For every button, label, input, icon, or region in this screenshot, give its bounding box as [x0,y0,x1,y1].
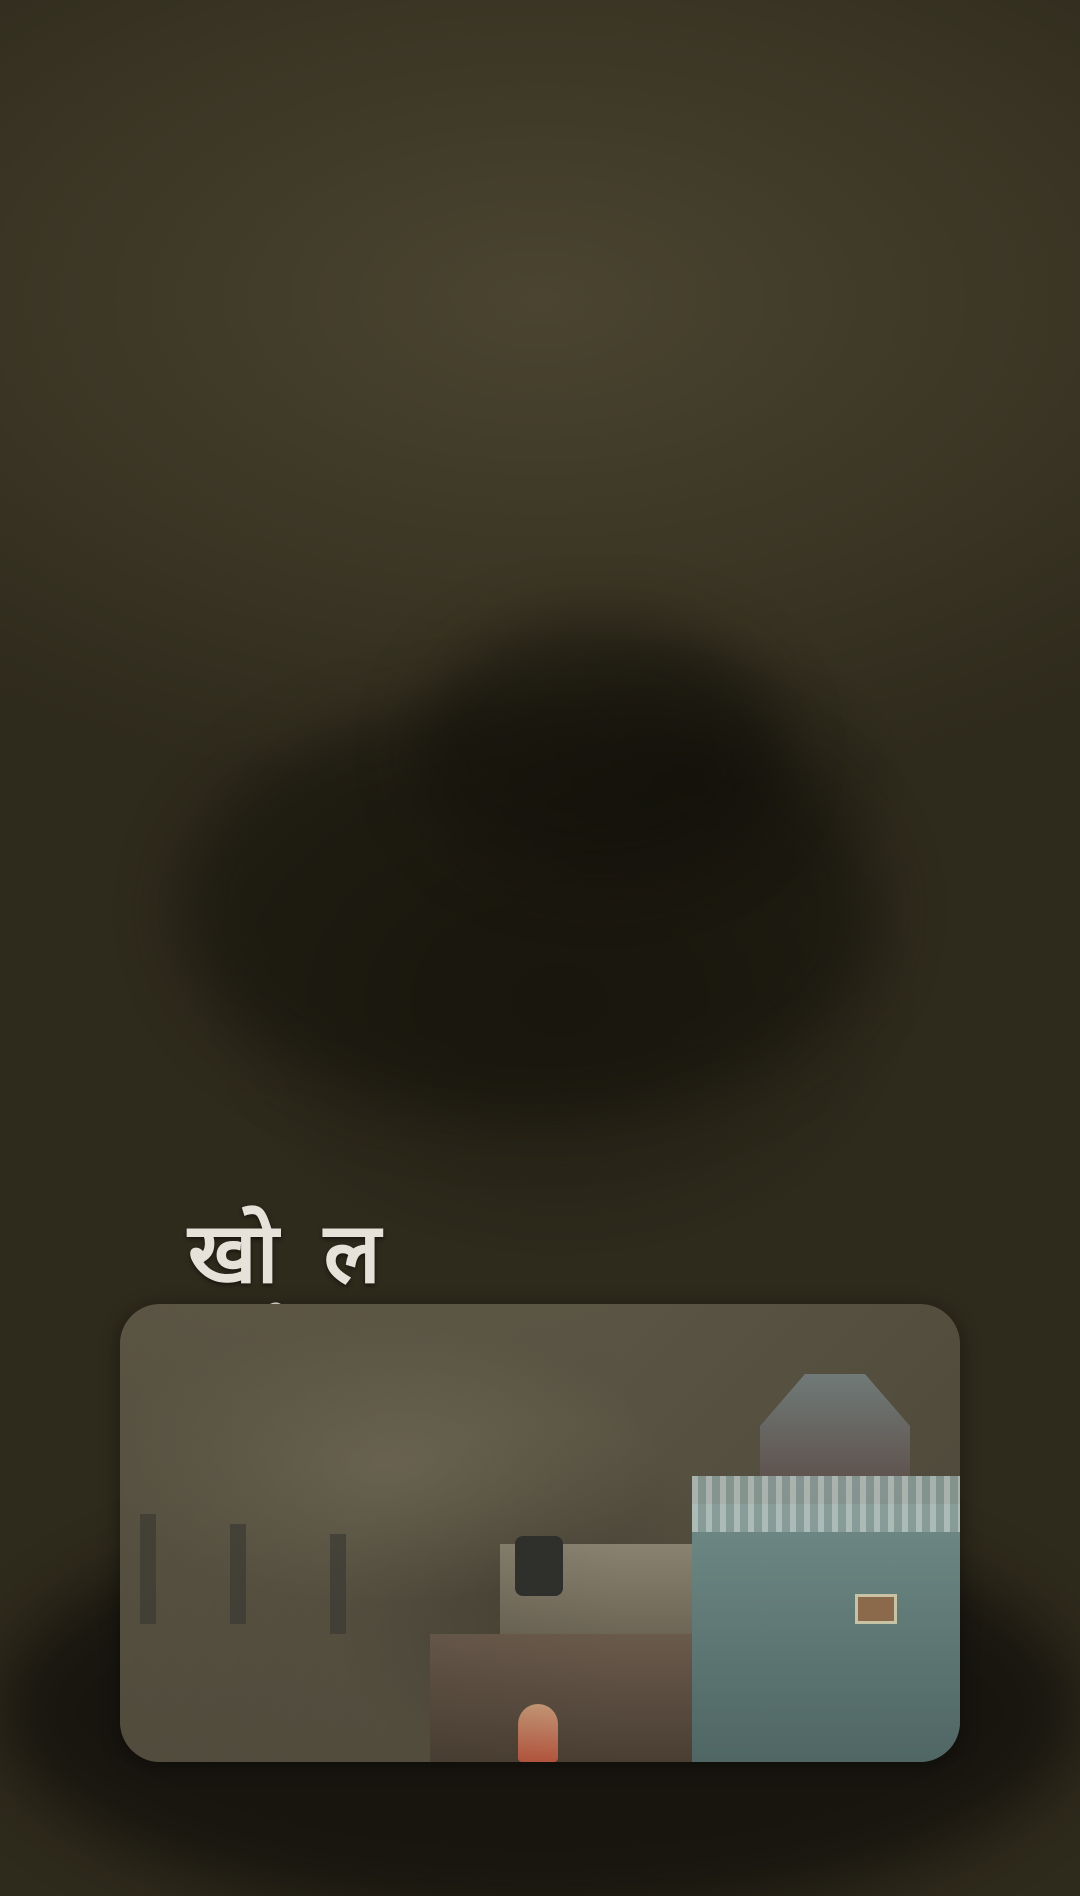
video-thumbnail-card[interactable] [120,1304,960,1762]
blurred-background-shadow [420,620,780,880]
thumbnail-overlay [120,1304,960,1762]
overlay-title: खो ल [188,1203,389,1302]
story-screen: खो ल [0,0,1080,1896]
